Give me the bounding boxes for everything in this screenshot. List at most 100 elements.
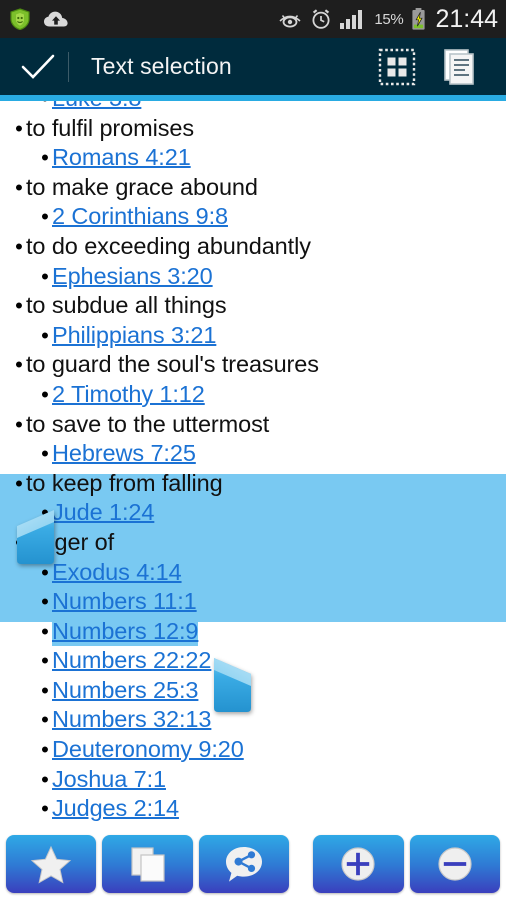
scripture-link-row[interactable]: • Philippians 3:21 (0, 321, 500, 351)
outline-text-row: • to save to the uttermost (0, 410, 500, 440)
bullet-icon: • (41, 204, 49, 230)
bullet-icon: • (15, 411, 23, 437)
bullet-icon: • (41, 441, 49, 467)
scripture-reference-label: 2 Corinthians 9:8 (52, 203, 228, 230)
bullet-icon: • (41, 589, 49, 615)
bullet-icon: • (15, 293, 23, 319)
zoom-out-button[interactable] (409, 835, 501, 893)
page-title: Text selection (91, 53, 232, 79)
scripture-reference-label: 2 Timothy 1:12 (52, 380, 205, 407)
outline-text-row: • to subdue all things (0, 291, 500, 321)
outline-label: to subdue all things (26, 292, 227, 319)
outline-text-row: • to do exceeding abundantly (0, 232, 500, 262)
cloud-upload-icon (43, 10, 69, 28)
bottom-toolbar (0, 828, 506, 900)
bullet-icon: • (41, 648, 49, 674)
zoom-in-button[interactable] (313, 835, 404, 893)
action-bar: Text selection (0, 38, 506, 95)
scripture-link-row[interactable]: • Ephesians 3:20 (0, 262, 500, 292)
share-bubble-icon (226, 847, 263, 882)
bullet-icon: • (41, 766, 49, 792)
bullet-icon: • (15, 233, 23, 259)
scripture-reference-label: Ephesians 3:20 (52, 262, 213, 289)
bullet-icon: • (15, 352, 23, 378)
checkmark-icon (21, 54, 55, 79)
bullet-icon: • (41, 618, 49, 644)
scripture-reference-label: Numbers 32:13 (52, 706, 212, 733)
scripture-link-row[interactable]: • Exodus 4:14 (0, 558, 500, 588)
outline-label: to guard the soul's treasures (26, 351, 319, 378)
outline-text-row: • to keep from falling (0, 469, 500, 499)
bullet-icon: • (41, 263, 49, 289)
document-scroll-area[interactable]: •Luke 3:8•to fulfil promises•Romans 4:21… (0, 101, 506, 900)
status-bar-right-icons: 15% 21:44 (278, 6, 498, 32)
bullet-icon: • (41, 381, 49, 407)
outline-label: to keep from falling (26, 469, 223, 496)
toolbar-divider (68, 51, 69, 82)
selection-end-handle[interactable] (208, 656, 254, 721)
copy-button[interactable] (438, 44, 484, 90)
select-all-grid-icon (378, 48, 416, 85)
bullet-icon: • (41, 737, 49, 763)
scripture-reference-label: Judges 2:14 (52, 795, 179, 822)
alarm-clock-icon (310, 8, 332, 30)
shield-icon (10, 8, 30, 30)
outline-label: to do exceeding abundantly (26, 232, 311, 259)
copy-documents-icon (444, 48, 474, 85)
accent-line (0, 95, 506, 101)
select-all-button[interactable] (374, 44, 420, 90)
scripture-link-row[interactable]: • Numbers 11:1 (0, 587, 500, 617)
scripture-reference-label: Numbers 12:9 (52, 616, 199, 647)
outline-label: to make grace abound (26, 173, 258, 200)
outline-text-row: •Anger of (0, 528, 500, 558)
selection-start-handle[interactable] (14, 508, 60, 573)
minus-circle-icon (438, 847, 472, 881)
battery-charging-icon (411, 7, 426, 31)
scripture-link-row[interactable]: • Joshua 7:1 (0, 765, 500, 795)
scripture-reference-label: Jude 1:24 (52, 499, 155, 526)
status-bar-left-icons (10, 8, 69, 30)
scripture-link-row[interactable]: • Romans 4:21 (0, 143, 500, 173)
outline-text-row: • to fulfil promises (0, 114, 500, 144)
scripture-link-row[interactable]: • Judges 2:14 (0, 794, 500, 824)
scripture-reference-label: Exodus 4:14 (52, 558, 182, 585)
bullet-icon: • (41, 145, 49, 171)
signal-bars-icon (340, 9, 366, 29)
scripture-link-row[interactable]: •Luke 3:8 (0, 101, 500, 114)
bullet-icon: • (41, 677, 49, 703)
copy-button[interactable] (102, 835, 193, 893)
confirm-selection-button[interactable] (16, 45, 60, 89)
scripture-reference-label: Numbers 22:22 (52, 647, 212, 674)
scripture-link-row[interactable]: • 2 Timothy 1:12 (0, 380, 500, 410)
star-icon (31, 845, 72, 884)
bullet-icon: • (15, 470, 23, 496)
action-bar-actions (374, 44, 498, 90)
outline-label: to save to the uttermost (26, 410, 270, 437)
bullet-icon: • (41, 796, 49, 822)
bullet-icon: • (15, 174, 23, 200)
copy-icon (131, 847, 165, 882)
scripture-link-row[interactable]: • 2 Corinthians 9:8 (0, 202, 500, 232)
scripture-reference-label: Joshua 7:1 (52, 765, 166, 792)
scripture-link-row[interactable]: • Jude 1:24 (0, 498, 500, 528)
bookmark-button[interactable] (6, 835, 97, 893)
scripture-reference-label: Luke 3:8 (52, 101, 141, 114)
scripture-reference-label: Romans 4:21 (52, 144, 191, 171)
plus-circle-icon (341, 847, 376, 881)
scripture-reference-label: Philippians 3:21 (52, 321, 217, 348)
scripture-link-row[interactable]: • Hebrews 7:25 (0, 439, 500, 469)
outline-text-row: • to make grace abound (0, 173, 500, 203)
bullet-icon: • (15, 115, 23, 141)
scripture-reference-label: Deuteronomy 9:20 (52, 736, 244, 763)
scripture-link-row[interactable]: • Deuteronomy 9:20 (0, 735, 500, 765)
scripture-link-row[interactable]: • Numbers 12:9 (0, 616, 500, 647)
status-bar[interactable]: 15% 21:44 (0, 0, 506, 38)
bullet-icon: • (38, 101, 52, 114)
share-button[interactable] (198, 835, 290, 893)
scripture-reference-label: Numbers 25:3 (52, 676, 199, 703)
bullet-icon: • (41, 707, 49, 733)
eye-icon (278, 11, 302, 28)
scripture-reference-label: Numbers 11:1 (52, 588, 197, 615)
outline-text-row: • to guard the soul's treasures (0, 350, 500, 380)
clock-label: 21:44 (435, 5, 498, 33)
